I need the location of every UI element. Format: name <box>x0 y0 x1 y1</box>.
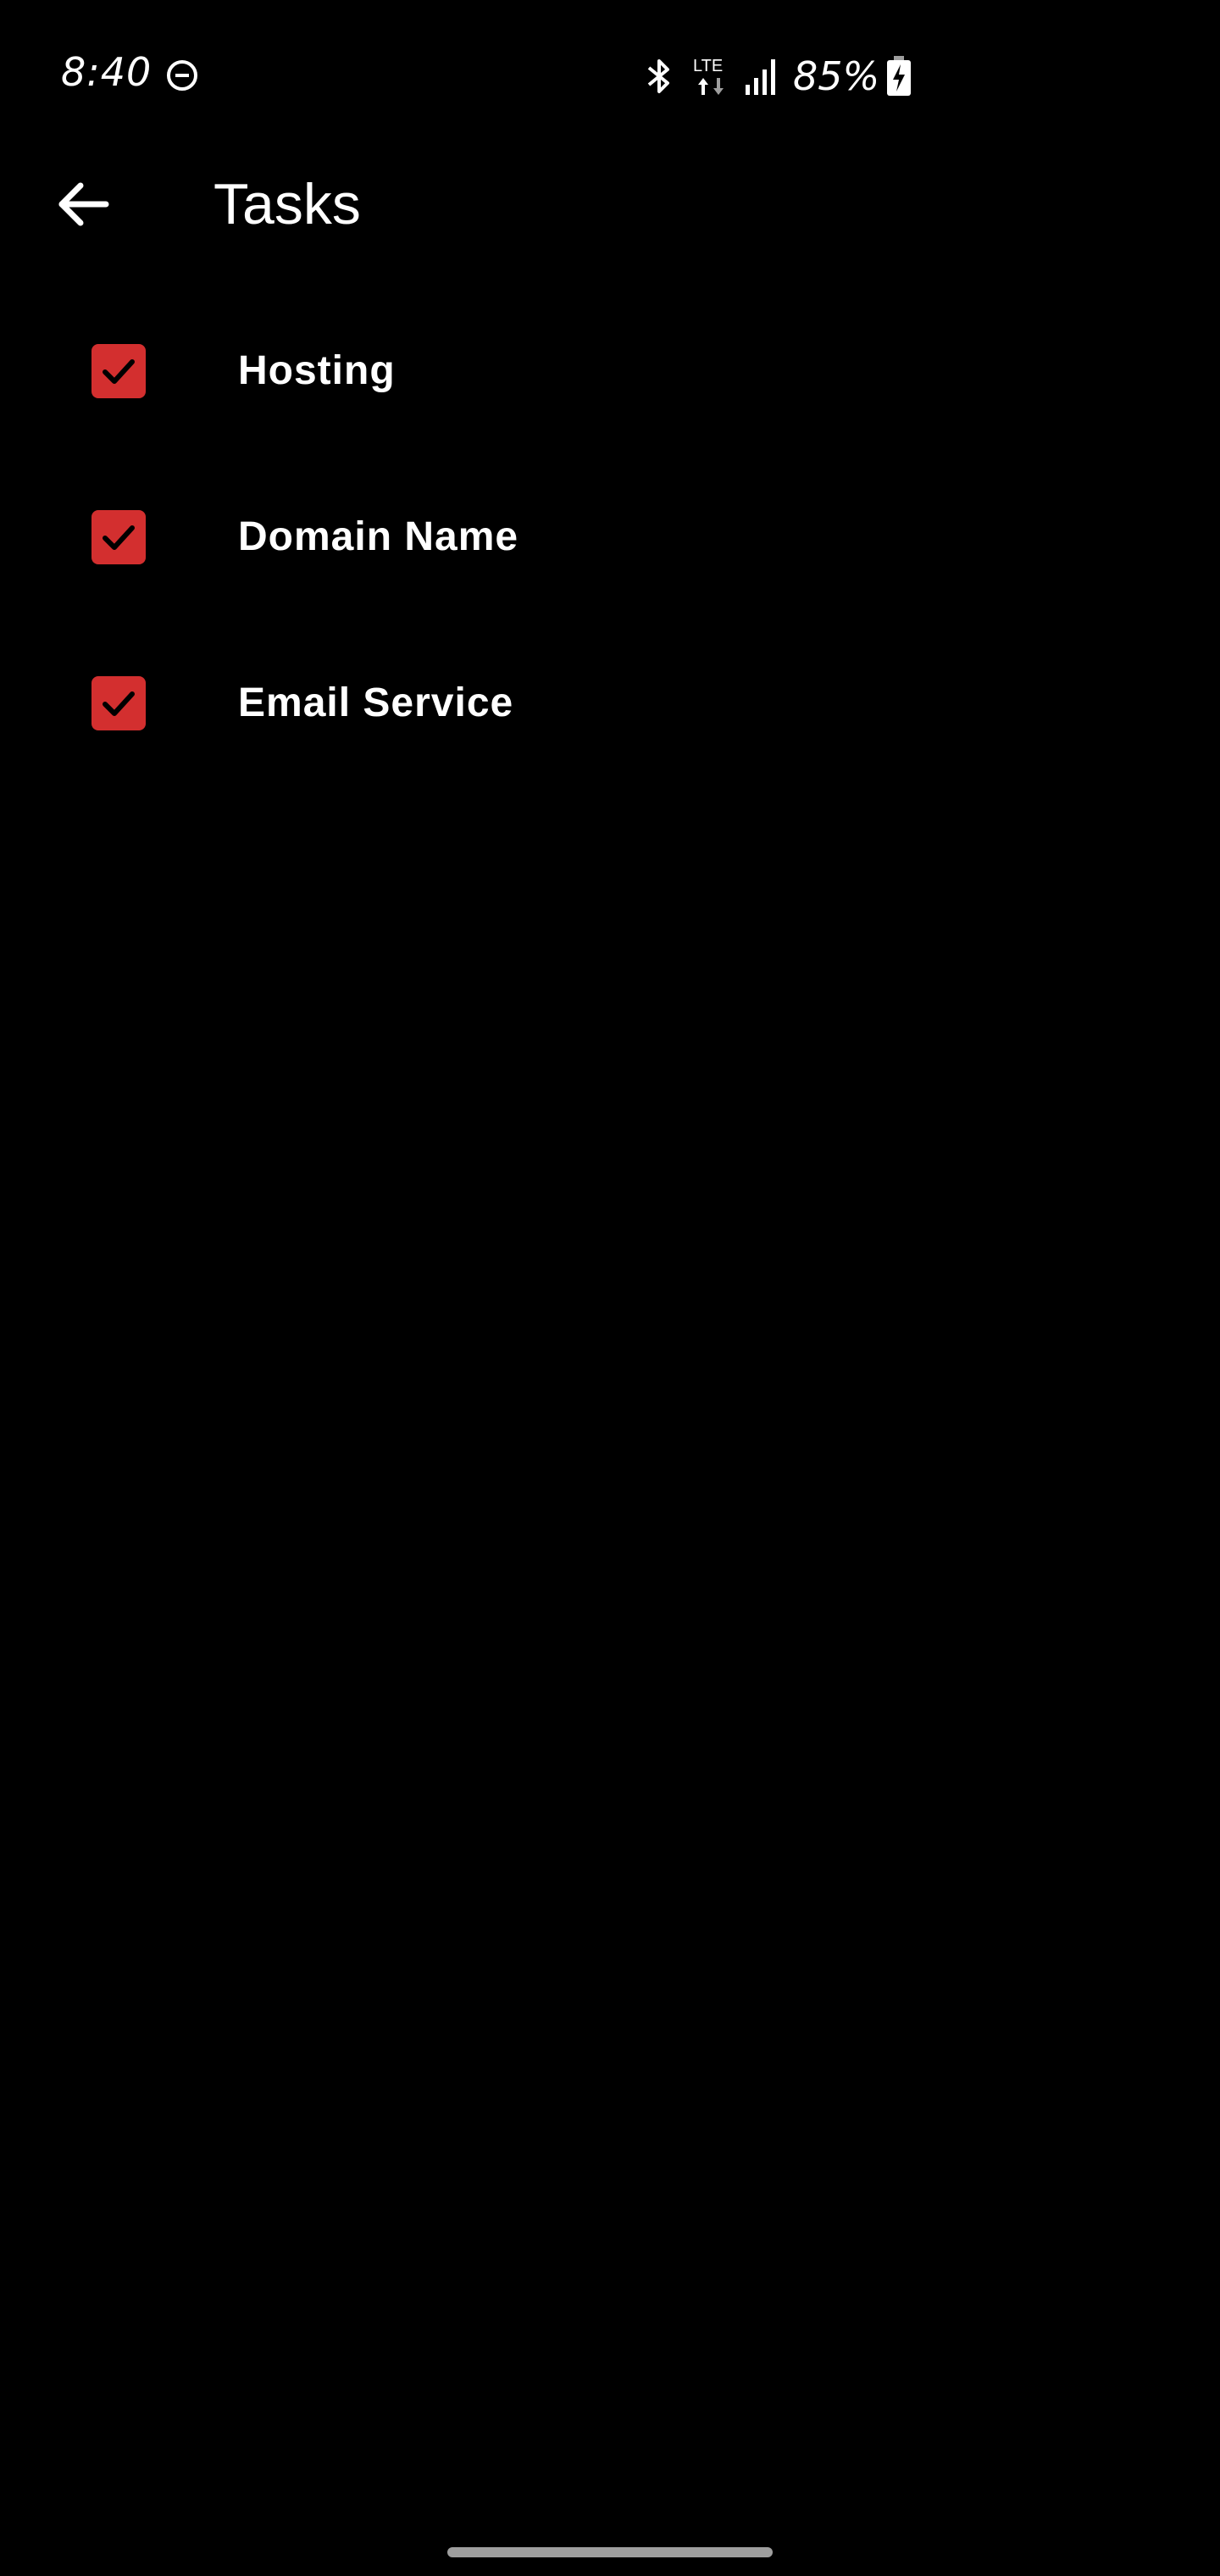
do-not-disturb-icon <box>166 59 198 92</box>
check-icon <box>103 359 135 384</box>
task-checkbox[interactable] <box>92 676 146 730</box>
list-item[interactable]: Email Service <box>0 620 1220 786</box>
arrow-back-icon <box>55 180 109 232</box>
gesture-navigation-bar[interactable] <box>447 2547 773 2557</box>
task-list: Hosting Domain Name Email Service <box>0 288 1220 786</box>
back-button[interactable] <box>44 168 120 244</box>
app-bar: Tasks <box>0 149 1220 259</box>
status-bar: 8:40 LTE 85% <box>0 0 1220 149</box>
task-label: Hosting <box>238 348 396 393</box>
battery-charging-icon <box>886 56 912 97</box>
bluetooth-icon <box>644 56 674 97</box>
list-item[interactable]: Hosting <box>0 288 1220 454</box>
signal-icon <box>744 58 778 95</box>
page-title: Tasks <box>214 172 361 236</box>
lte-icon: LTE <box>693 54 732 98</box>
task-checkbox[interactable] <box>92 510 146 564</box>
battery-percentage: 85% <box>793 53 880 99</box>
task-checkbox[interactable] <box>92 344 146 398</box>
check-icon <box>103 525 135 550</box>
status-time: 8:40 <box>61 49 152 95</box>
status-icons: LTE 85% <box>644 51 912 102</box>
task-label: Email Service <box>238 680 514 725</box>
list-item[interactable]: Domain Name <box>0 454 1220 620</box>
check-icon <box>103 691 135 716</box>
task-label: Domain Name <box>238 514 519 559</box>
network-type-label: LTE <box>693 57 723 75</box>
